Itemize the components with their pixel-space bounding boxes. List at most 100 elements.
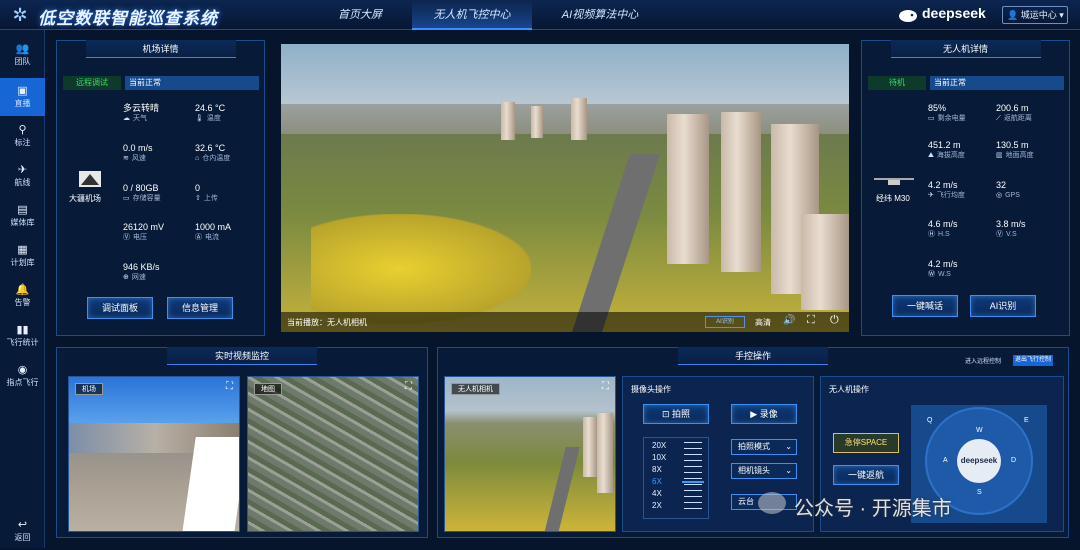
cabin-icon: ⌂: [195, 155, 200, 162]
current-icon: Ⓐ: [195, 234, 202, 241]
thermometer-icon: 🌡: [195, 115, 204, 122]
map-thumb[interactable]: 地图 ⛶: [247, 376, 419, 532]
key-a[interactable]: A: [943, 457, 948, 464]
vs-icon: Ⓥ: [996, 231, 1003, 238]
quality-select[interactable]: 高清: [755, 317, 771, 328]
video-building: [667, 114, 709, 264]
battery-icon: ▭: [928, 115, 935, 122]
tab-drone-control[interactable]: 无人机飞控中心: [412, 0, 532, 30]
fullscreen-icon[interactable]: ⛶: [226, 381, 233, 392]
enter-remote-button[interactable]: 进入远程控制: [965, 356, 1001, 365]
app-title: 低空数联智能巡查系统: [38, 9, 218, 28]
ai-recognize-toggle[interactable]: AI识别: [705, 316, 745, 328]
stat-ground-height: 130.5 m ▥ 地面高度: [996, 140, 1034, 159]
sidebar-item-label: 飞行统计: [6, 338, 39, 347]
video-building: [531, 106, 543, 138]
stat-current: 1000 mA Ⓐ 电流: [195, 222, 232, 241]
wechat-icon: [758, 492, 786, 514]
stat-vs: 3.8 m/s Ⓥ V.S: [996, 219, 1026, 238]
sidebar-item-stats[interactable]: ▮▮ 飞行统计: [0, 317, 45, 355]
power-icon[interactable]: ⏻: [830, 314, 839, 327]
video-building: [583, 417, 597, 477]
zoom-level[interactable]: 10X: [652, 453, 666, 463]
video-monitor-panel: 实时视频监控 机场 ⛶ 地图 ⛶: [56, 347, 428, 538]
sidebar-item-marker[interactable]: ⚲ 标注: [0, 117, 45, 155]
ai-recognize-button[interactable]: AI识别: [970, 295, 1036, 317]
photo-mode-select[interactable]: 拍照模式 ⌄: [731, 439, 797, 455]
stat-return-distance: 200.6 m ⟋ 返航距离: [996, 103, 1032, 122]
dock-icon: [79, 171, 101, 187]
route-icon: ✈: [17, 164, 28, 176]
one-key-return-button[interactable]: 一键返航: [833, 465, 899, 485]
drone-camera-thumb[interactable]: 无人机相机 ⛶: [444, 376, 616, 532]
volume-icon[interactable]: 🔊: [783, 315, 795, 326]
sidebar-item-plan[interactable]: ▦ 计划库: [0, 237, 45, 275]
stat-ws: 4.2 m/s Ⓦ W.S: [928, 259, 958, 278]
fullscreen-icon[interactable]: ⛶: [602, 381, 609, 392]
sidebar-item-point-flight[interactable]: ◉ 指点飞行: [0, 357, 45, 395]
plan-icon: ▦: [17, 244, 28, 256]
zoom-level[interactable]: 2X: [652, 501, 662, 511]
monitor-panel-title: 实时视频监控: [167, 347, 317, 365]
user-name: 城运中心: [1020, 10, 1057, 20]
tab-ai-video[interactable]: AI视频算法中心: [540, 0, 660, 30]
stat-upload: 0 ⇧ 上传: [195, 183, 218, 202]
zoom-level[interactable]: 20X: [652, 441, 666, 451]
chevron-down-icon: ▾: [1056, 10, 1064, 20]
lens-select[interactable]: 相机镜头 ⌄: [731, 463, 797, 479]
network-icon: ⊕: [123, 274, 129, 281]
stats-icon: ▮▮: [16, 324, 29, 336]
sidebar-item-route[interactable]: ✈ 航线: [0, 157, 45, 195]
sidebar-item-alarm[interactable]: 🔔 告警: [0, 277, 45, 315]
direction-center[interactable]: deepseek: [957, 439, 1001, 483]
stat-storage: 0 / 80GB ▭ 存储容量: [123, 183, 161, 202]
sidebar-item-label: 直播: [14, 99, 31, 108]
zoom-level[interactable]: 4X: [652, 489, 662, 499]
video-icon: ▶: [750, 409, 760, 419]
record-label: 录像: [759, 409, 778, 419]
video-building: [597, 413, 613, 493]
airport-camera-thumb[interactable]: 机场 ⛶: [68, 376, 240, 532]
storage-icon: ▭: [123, 195, 130, 202]
key-s[interactable]: S: [977, 489, 982, 496]
debug-panel-button[interactable]: 调试面板: [87, 297, 153, 319]
back-label: 返回: [14, 533, 31, 542]
fullscreen-icon[interactable]: ⛶: [405, 381, 412, 392]
main-video-feed[interactable]: 当前播放：无人机相机 AI识别 高清 🔊 ⛶ ⏻: [281, 44, 849, 332]
exit-flight-button[interactable]: 退出飞行控制: [1013, 355, 1054, 366]
key-d[interactable]: D: [1011, 457, 1016, 464]
sidebar-item-team[interactable]: 👥 团队: [0, 36, 45, 74]
back-icon: ↩: [17, 519, 28, 531]
info-manage-button[interactable]: 信息管理: [167, 297, 233, 319]
photo-button[interactable]: ⊡ 拍照: [643, 404, 709, 424]
key-e[interactable]: E: [1024, 417, 1029, 424]
video-building: [571, 98, 587, 140]
user-menu-button[interactable]: 👤 城运中心 ▾: [1002, 6, 1068, 24]
zoom-level-active[interactable]: 6X: [652, 477, 662, 487]
key-w[interactable]: W: [976, 427, 983, 434]
broadcast-button[interactable]: 一键喊话: [892, 295, 958, 317]
top-header: ✲ 低空数联智能巡查系统 首页大屏 无人机飞控中心 AI视频算法中心 deeps…: [0, 0, 1080, 30]
record-button[interactable]: ▶ 录像: [731, 404, 797, 424]
altitude-icon: ⛰: [928, 152, 934, 159]
back-button[interactable]: ↩ 返回: [0, 512, 45, 550]
video-caption: 当前播放：无人机相机: [287, 318, 367, 327]
manual-control-panel: 手控操作 进入远程控制 退出飞行控制 无人机相机 ⛶ 摄像头操作 ⊡ 拍照 ▶ …: [437, 347, 1069, 538]
key-q[interactable]: Q: [927, 417, 932, 424]
sidebar-item-live[interactable]: ▣ 直播: [0, 78, 45, 116]
zoom-slider[interactable]: 20X 10X 8X 6X 4X 2X: [643, 437, 709, 519]
airport-name: 大疆机场: [69, 194, 101, 203]
fullscreen-icon[interactable]: ⛶: [807, 314, 815, 327]
sidebar: 👥 团队 ▣ 直播 ⚲ 标注 ✈ 航线 ▤ 媒体库 ▦ 计划库 🔔 告警 ▮▮ 飞行统计 ◉ 指点…: [0, 30, 45, 548]
deepseek-whale-icon: [899, 10, 917, 22]
photo-label: 拍照: [672, 409, 691, 419]
sidebar-item-label: 航线: [14, 178, 31, 187]
drone-logo-icon: ✲: [12, 5, 28, 25]
zoom-level[interactable]: 8X: [652, 465, 662, 475]
emergency-stop-button[interactable]: 急停SPACE: [833, 433, 899, 453]
stat-gps: 32 ◎ GPS: [996, 180, 1020, 199]
sidebar-item-media[interactable]: ▤ 媒体库: [0, 197, 45, 235]
sidebar-item-label: 计划库: [10, 258, 35, 267]
tab-home-screen[interactable]: 首页大屏: [300, 0, 420, 30]
drone-panel: 无人机详情 待机 当前正常 经纬 M30 85% ▭ 剩余电量 200.6 m ⟋ 返航…: [861, 40, 1070, 336]
